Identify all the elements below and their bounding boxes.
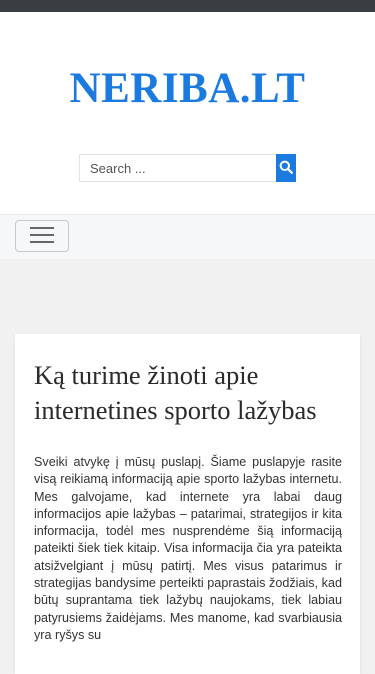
article-body: Sveiki atvykę į mūsų puslapį. Šiame pusl… [34,455,342,642]
search-icon [279,160,293,177]
article-card: Ką turime žinoti apie internetines sport… [15,334,360,674]
site-title-link[interactable]: NERIBA.LT [0,64,375,113]
main-navigation [0,214,375,259]
search-input[interactable] [79,154,276,182]
menu-toggle-button[interactable] [15,220,69,252]
hamburger-menu-icon [29,226,55,247]
search-form [79,154,296,182]
article-title: Ką turime žinoti apie internetines sport… [34,360,317,425]
site-header: NERIBA.LT [0,12,375,214]
search-button[interactable] [276,154,296,182]
top-bar [0,0,375,12]
